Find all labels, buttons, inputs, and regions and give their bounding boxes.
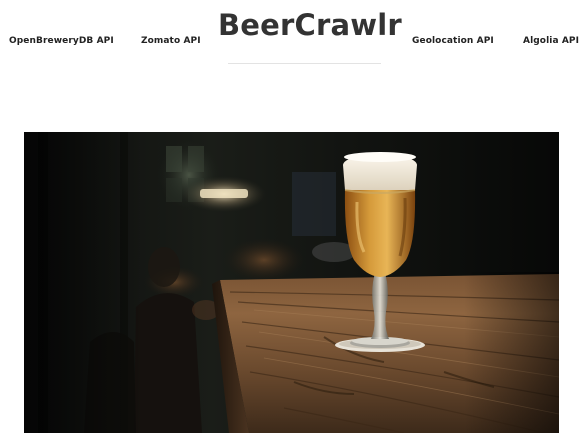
hero-image	[24, 132, 559, 433]
nav-link-zomato-api[interactable]: Zomato API	[141, 36, 201, 46]
nav-link-openbrewerydb-api[interactable]: OpenBreweryDB API	[9, 36, 114, 46]
nav-link-geolocation-api[interactable]: Geolocation API	[412, 36, 494, 46]
title-underline	[228, 63, 381, 64]
site-logo-title[interactable]: BeerCrawlr	[218, 8, 402, 42]
beer-photo-illustration	[24, 132, 559, 433]
page: OpenBreweryDB API Zomato API BeerCrawlr …	[0, 0, 587, 446]
nav-link-algolia-api[interactable]: Algolia API	[523, 36, 579, 46]
